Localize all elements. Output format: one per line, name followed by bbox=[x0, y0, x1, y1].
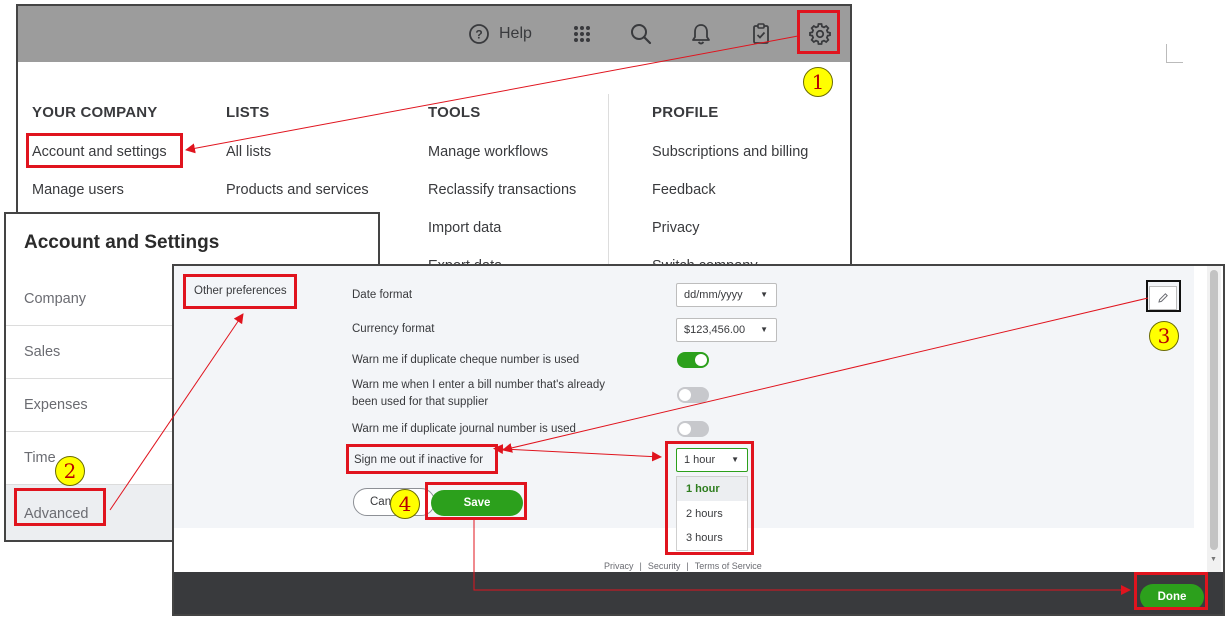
step-badge-4: 4 bbox=[390, 489, 420, 519]
annotation-arrows bbox=[109, 35, 1149, 595]
arrow-signout-link bbox=[493, 444, 662, 462]
arrow-step2 bbox=[109, 313, 244, 511]
arrow-step4 bbox=[473, 520, 1131, 595]
step-badge-1: 1 bbox=[803, 67, 833, 97]
arrow-step1 bbox=[185, 35, 799, 154]
arrow-step3 bbox=[502, 297, 1149, 453]
step-badge-3: 3 bbox=[1149, 321, 1179, 351]
step-badge-2: 2 bbox=[55, 456, 85, 486]
